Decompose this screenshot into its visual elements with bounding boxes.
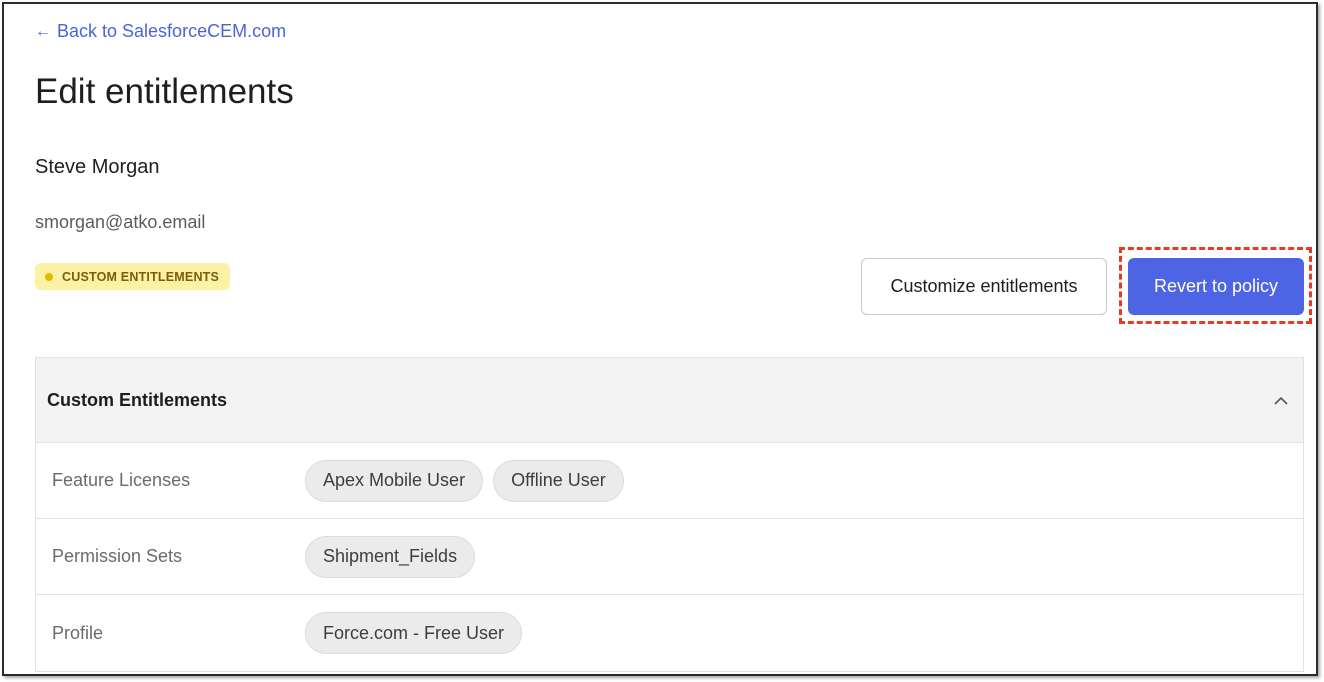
row-label: Profile: [52, 622, 104, 643]
entitlement-pill: Force.com - Free User: [305, 612, 523, 654]
window-frame: ← Back to SalesforceCEM.com Edit entitle…: [2, 2, 1318, 676]
entitlement-row-permission-sets: Permission Sets Shipment_Fields: [36, 519, 1303, 595]
entitlement-pill: Apex Mobile User: [305, 459, 484, 502]
row-label: Permission Sets: [52, 546, 183, 566]
user-name: Steve Morgan: [35, 156, 160, 178]
arrow-left-icon: ←: [35, 22, 51, 40]
entitlement-pill: Offline User: [493, 459, 624, 502]
pill-list: Force.com - Free User: [305, 612, 523, 654]
back-link-label: Back to SalesforceCEM.com: [57, 21, 287, 41]
panel-title: Custom Entitlements: [47, 389, 228, 410]
row-label: Feature Licenses: [52, 470, 191, 490]
entitlement-pill: Shipment_Fields: [305, 535, 476, 578]
panel-header[interactable]: Custom Entitlements: [36, 358, 1303, 443]
page-title: Edit entitlements: [35, 72, 294, 111]
customize-entitlements-button[interactable]: Customize entitlements: [861, 258, 1107, 315]
status-badge: CUSTOM ENTITLEMENTS: [35, 263, 231, 290]
back-link[interactable]: ← Back to SalesforceCEM.com: [35, 21, 286, 42]
custom-entitlements-panel: Custom Entitlements Feature Licenses Ape…: [35, 357, 1304, 672]
pill-list: Apex Mobile User Offline User: [305, 459, 624, 502]
entitlement-row-profile: Profile Force.com - Free User: [36, 595, 1303, 671]
entitlement-row-feature-licenses: Feature Licenses Apex Mobile User Offlin…: [36, 443, 1303, 519]
revert-to-policy-button[interactable]: Revert to policy: [1128, 258, 1304, 315]
status-dot-icon: [45, 272, 53, 281]
chevron-up-icon[interactable]: [1273, 392, 1289, 408]
pill-list: Shipment_Fields: [305, 535, 476, 578]
user-email: smorgan@atko.email: [35, 212, 206, 232]
status-badge-label: CUSTOM ENTITLEMENTS: [62, 269, 220, 284]
